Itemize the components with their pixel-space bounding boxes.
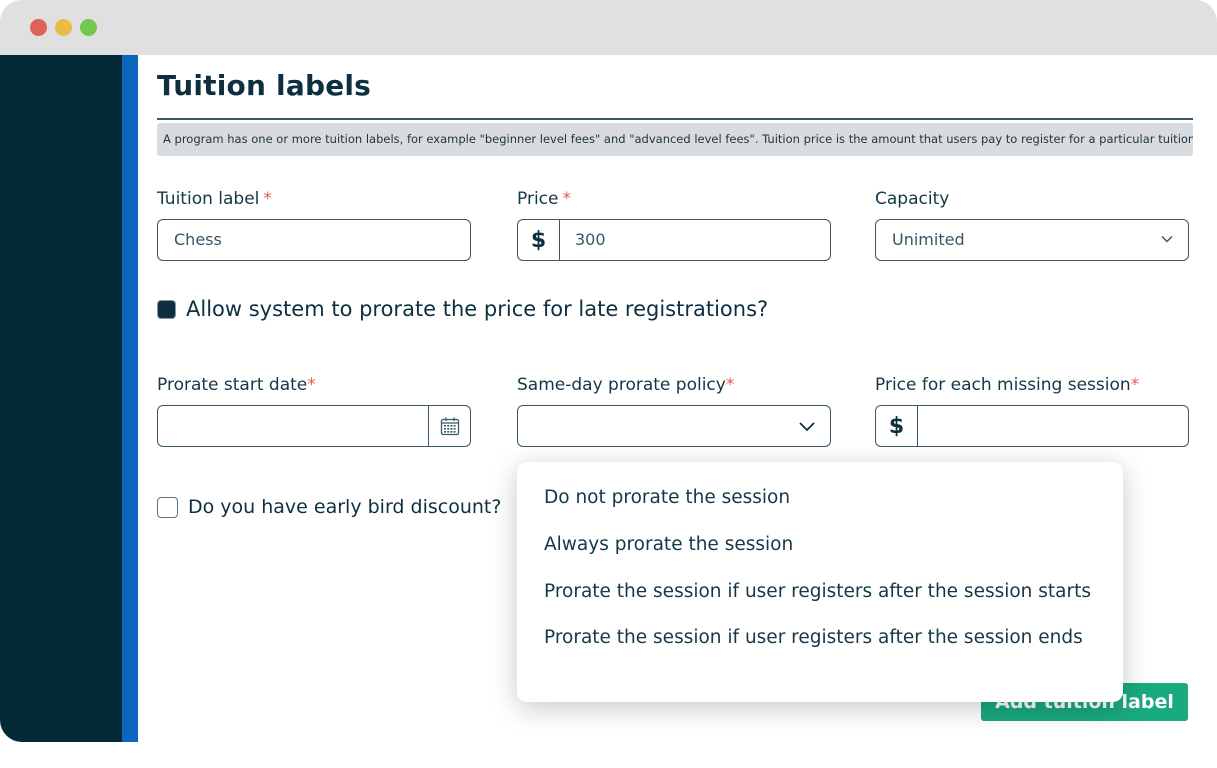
price-value: 300: [575, 230, 606, 249]
sidebar: [0, 55, 122, 742]
price-label: Price *: [517, 189, 571, 209]
prorate-checkbox-row[interactable]: Allow system to prorate the price for la…: [157, 297, 768, 321]
early-bird-checkbox-row[interactable]: Do you have early bird discount?: [157, 496, 501, 518]
missing-session-price-label: Price for each missing session*: [875, 375, 1139, 395]
dropdown-option[interactable]: Prorate the session if user registers af…: [544, 581, 1091, 602]
capacity-select[interactable]: Unimited: [875, 219, 1189, 261]
required-mark: *: [562, 189, 571, 209]
prorate-checkbox[interactable]: [157, 299, 176, 319]
dropdown-option[interactable]: Prorate the session if user registers af…: [544, 627, 1083, 648]
tuition-label-label-text: Tuition label: [157, 189, 260, 209]
dollar-sign-icon: $: [876, 406, 918, 446]
same-day-policy-label-text: Same-day prorate policy: [517, 375, 726, 395]
same-day-policy-dropdown-menu: Do not prorate the session Always prorat…: [517, 462, 1123, 702]
date-picker-button[interactable]: [428, 406, 470, 446]
required-mark: *: [307, 375, 316, 395]
capacity-label: Capacity: [875, 189, 950, 209]
missing-session-price-input[interactable]: $: [875, 405, 1189, 447]
missing-session-price-label-text: Price for each missing session: [875, 375, 1131, 395]
page-title: Tuition labels: [157, 69, 372, 102]
required-mark: *: [263, 189, 272, 209]
required-mark: *: [1130, 375, 1140, 395]
title-divider: [157, 118, 1193, 120]
price-label-text: Price: [517, 189, 559, 209]
prorate-start-date-label-text: Prorate start date: [157, 375, 308, 395]
early-bird-checkbox[interactable]: [157, 496, 178, 518]
prorate-start-date-label: Prorate start date*: [157, 375, 316, 395]
required-mark: *: [725, 375, 735, 395]
tuition-label-value: Chess: [174, 230, 222, 249]
same-day-policy-select[interactable]: [517, 405, 831, 447]
same-day-policy-label: Same-day prorate policy*: [517, 375, 734, 395]
tuition-label-input[interactable]: Chess: [157, 219, 471, 261]
tuition-label-label: Tuition label *: [157, 189, 272, 209]
dollar-sign-icon: $: [518, 220, 560, 260]
maximize-window-button[interactable]: [80, 19, 97, 36]
dropdown-option[interactable]: Do not prorate the session: [544, 487, 790, 508]
dropdown-option[interactable]: Always prorate the session: [544, 534, 793, 555]
minimize-window-button[interactable]: [55, 19, 72, 36]
chevron-down-icon: [799, 422, 815, 432]
price-input[interactable]: $ 300: [517, 219, 831, 261]
sidebar-accent-bar: [122, 55, 138, 742]
title-bar: [0, 0, 1217, 55]
info-banner: A program has one or more tuition labels…: [157, 123, 1193, 156]
prorate-start-date-input[interactable]: [157, 405, 471, 447]
calendar-icon: [440, 417, 459, 436]
close-window-button[interactable]: [30, 19, 47, 36]
chevron-down-icon: [1161, 235, 1173, 243]
prorate-checkbox-label: Allow system to prorate the price for la…: [186, 297, 769, 321]
capacity-value: Unimited: [892, 230, 965, 249]
early-bird-checkbox-label: Do you have early bird discount?: [188, 496, 502, 518]
